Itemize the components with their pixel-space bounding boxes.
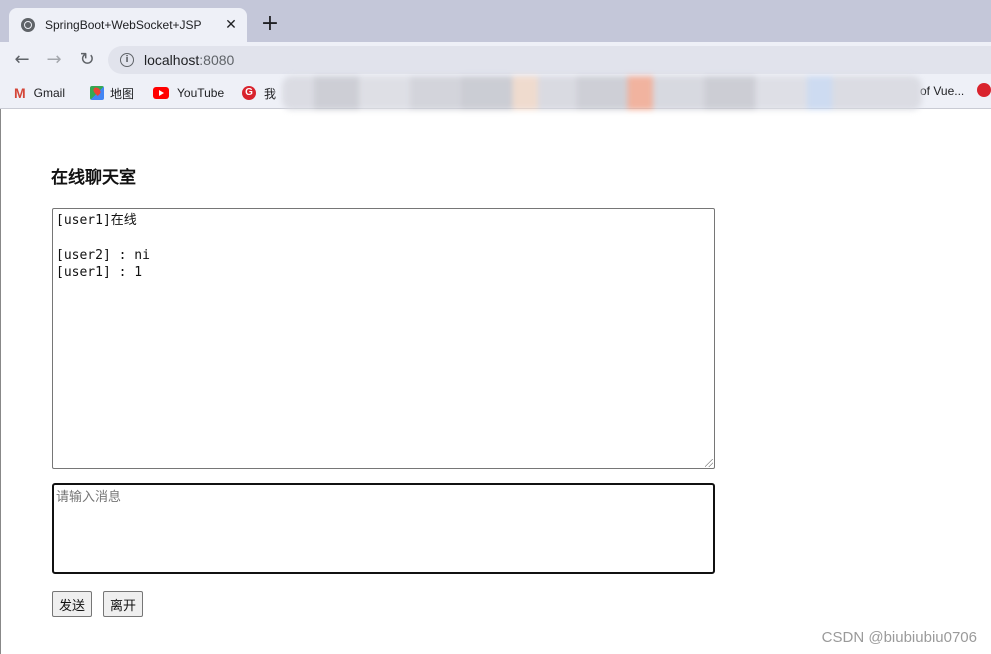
reload-icon[interactable]: ↻ bbox=[76, 49, 98, 71]
blurred-bookmarks bbox=[282, 76, 922, 110]
bookmark-label: YouTube bbox=[177, 86, 225, 100]
info-icon[interactable]: i bbox=[120, 53, 134, 67]
bookmark-label: 我 bbox=[264, 86, 277, 101]
globe-icon bbox=[21, 18, 35, 32]
browser-tab[interactable]: SpringBoot+WebSocket+JSP ✕ bbox=[9, 8, 247, 42]
gmail-icon: M bbox=[14, 85, 26, 101]
tab-strip: SpringBoot+WebSocket+JSP ✕ + bbox=[0, 0, 991, 42]
youtube-icon bbox=[153, 87, 169, 99]
bookmark-label: 地图 bbox=[110, 86, 135, 101]
bookmark-red-g[interactable]: G 我 bbox=[242, 84, 276, 102]
url-port: :8080 bbox=[199, 52, 235, 68]
chat-message: [user2] : ni bbox=[56, 248, 150, 263]
bookmark-youtube[interactable]: YouTube bbox=[153, 84, 224, 102]
red-g-icon bbox=[977, 83, 991, 97]
chat-message: [user1]在线 bbox=[56, 213, 137, 228]
browser-toolbar: ← → ↻ i localhost:8080 bbox=[0, 42, 991, 78]
bookmark-label: Gmail bbox=[33, 86, 66, 100]
red-g-icon: G bbox=[242, 86, 256, 100]
close-icon[interactable]: ✕ bbox=[223, 17, 239, 33]
url-text: localhost:8080 bbox=[144, 52, 234, 68]
bookmark-gmail[interactable]: M Gmail bbox=[14, 84, 65, 102]
leave-button[interactable]: 离开 bbox=[103, 591, 144, 617]
tab-title: SpringBoot+WebSocket+JSP bbox=[45, 18, 202, 32]
chat-log[interactable]: [user1]在线 [user2] : ni [user1] : 1 bbox=[52, 208, 715, 469]
bookmark-maps[interactable]: 地图 bbox=[90, 84, 134, 102]
forward-arrow-icon[interactable]: → bbox=[43, 49, 65, 71]
send-button[interactable]: 发送 bbox=[52, 591, 93, 617]
watermark: CSDN @biubiubiu0706 bbox=[821, 629, 977, 646]
resize-grip[interactable] bbox=[705, 459, 713, 467]
bookmark-vue[interactable]: of Vue... bbox=[920, 84, 964, 98]
page-content: 在线聊天室 [user1]在线 [user2] : ni [user1] : 1… bbox=[0, 109, 991, 654]
back-arrow-icon[interactable]: ← bbox=[11, 49, 33, 71]
chat-message: [user1] : 1 bbox=[56, 265, 143, 280]
address-bar[interactable]: i localhost:8080 bbox=[108, 46, 991, 74]
message-input[interactable] bbox=[52, 483, 715, 574]
url-host: localhost bbox=[144, 52, 200, 68]
maps-icon bbox=[90, 86, 104, 100]
new-tab-icon[interactable]: + bbox=[260, 13, 280, 35]
page-title: 在线聊天室 bbox=[51, 168, 136, 188]
